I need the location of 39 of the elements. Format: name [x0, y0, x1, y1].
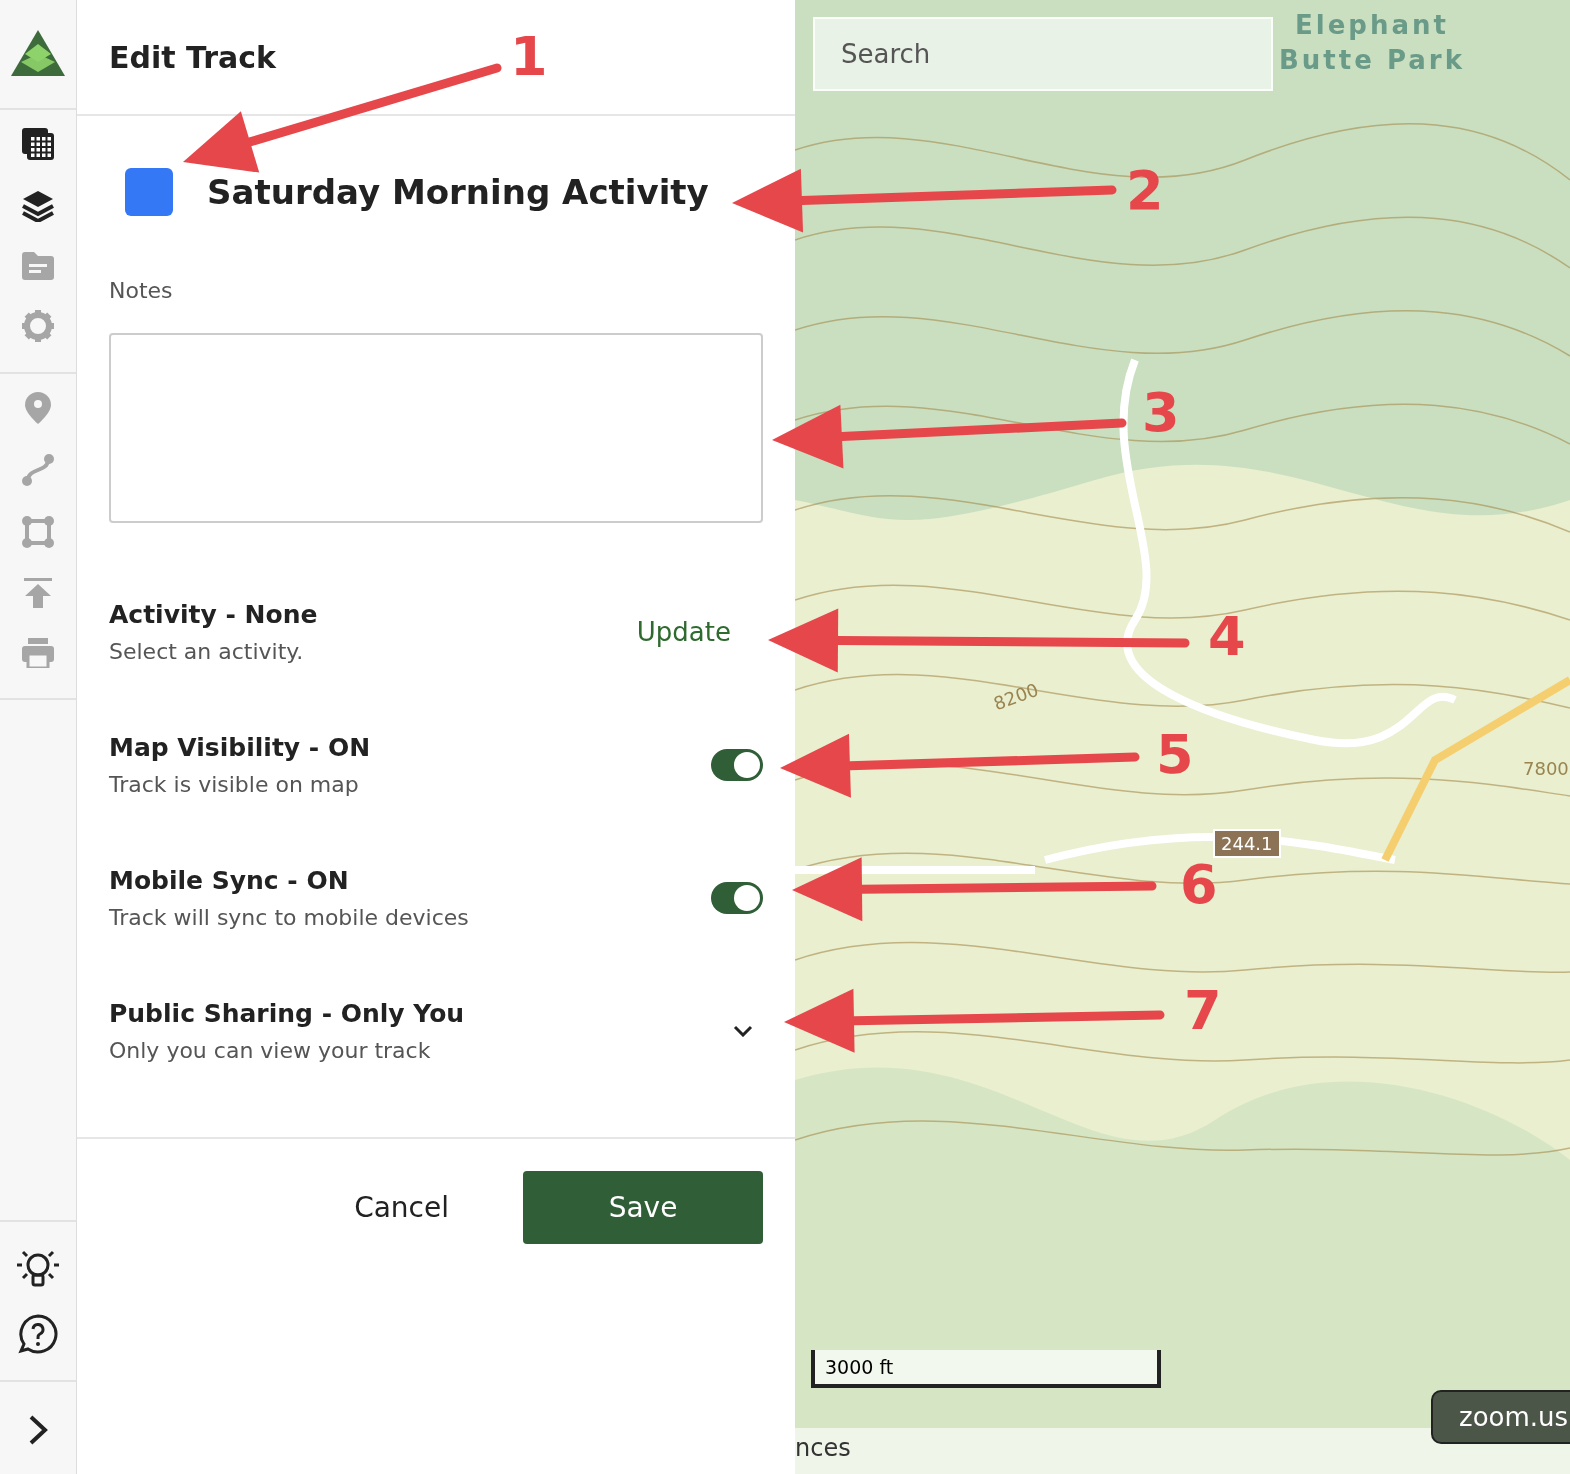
setting-description: Track will sync to mobile devices	[109, 904, 469, 930]
annotation-number: 5	[1156, 728, 1194, 782]
notes-label: Notes	[109, 278, 174, 303]
annotation-number: 4	[1208, 610, 1246, 664]
chevron-right-icon[interactable]	[28, 1414, 48, 1446]
setting-title: Activity - None	[109, 599, 318, 629]
setting-title: Mobile Sync - ON	[109, 865, 350, 895]
toggle-switch[interactable]	[711, 748, 763, 781]
annotation-number: 6	[1180, 858, 1218, 912]
search-field[interactable]: Search	[813, 17, 1273, 91]
setting-title: Public Sharing - Only You	[109, 998, 465, 1028]
annotation-number: 1	[510, 30, 548, 84]
track-color-swatch[interactable]	[125, 168, 173, 216]
annotation-number: 2	[1126, 164, 1164, 218]
map-footer-text: nces	[795, 1434, 851, 1462]
road-number-label: 244.1	[1213, 829, 1281, 858]
help-icon[interactable]	[18, 1314, 58, 1354]
notes-field[interactable]	[109, 333, 763, 523]
layers-icon[interactable]	[22, 190, 54, 222]
update-link[interactable]: Update	[636, 616, 731, 647]
setting-description: Select an activity.	[109, 638, 305, 664]
elevation-label: 7800	[1523, 758, 1569, 779]
setting-title: Map Visibility - ON	[109, 732, 371, 762]
grid-icon[interactable]	[22, 128, 54, 160]
annotation-number: 7	[1184, 984, 1222, 1038]
lightbulb-icon[interactable]	[15, 1248, 61, 1288]
save-button[interactable]: Save	[523, 1171, 763, 1244]
annotation-number: 3	[1142, 386, 1180, 440]
tooltip: zoom.us	[1431, 1390, 1570, 1444]
chevron-down-icon[interactable]	[733, 1024, 753, 1037]
track-name: Saturday Morning Activity	[207, 172, 709, 212]
elevation-label: 8200	[990, 678, 1041, 715]
scale-bar: 3000 ft	[811, 1350, 1161, 1388]
setting-description: Only you can view your track	[109, 1037, 432, 1063]
park-label: Elephant Butte Park	[1279, 9, 1465, 77]
cancel-button[interactable]: Cancel	[344, 1181, 459, 1234]
panel-title: Edit Track	[109, 39, 276, 75]
setting-description: Track is visible on map	[109, 771, 360, 797]
toggle-switch[interactable]	[711, 881, 763, 914]
